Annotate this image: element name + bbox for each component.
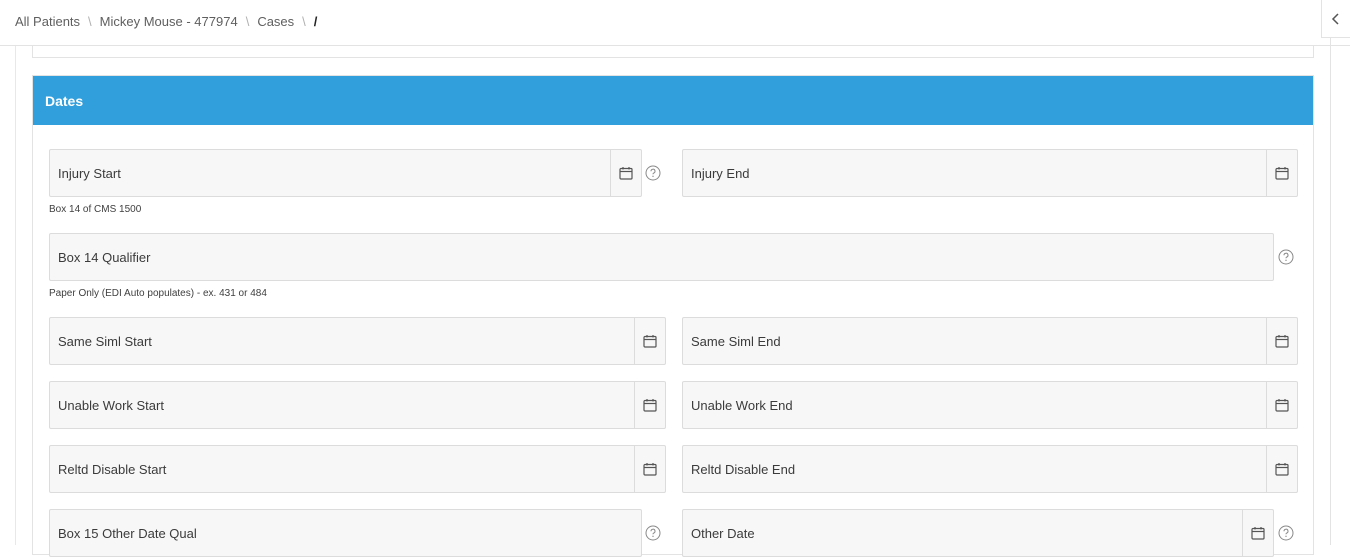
- box14-qualifier-hint: Paper Only (EDI Auto populates) - ex. 43…: [49, 288, 267, 299]
- breadcrumb-cases[interactable]: Cases: [257, 14, 294, 29]
- calendar-icon: [1275, 167, 1289, 180]
- injury-end-field[interactable]: Injury End: [682, 149, 1298, 197]
- breadcrumb-separator: \: [245, 14, 250, 29]
- box14-qualifier-help-icon[interactable]: [1278, 249, 1294, 265]
- injury-start-label: Injury Start: [58, 166, 121, 181]
- same-siml-end-calendar-button[interactable]: [1266, 318, 1297, 364]
- reltd-disable-end-field[interactable]: Reltd Disable End: [682, 445, 1298, 493]
- unable-work-start-calendar-button[interactable]: [634, 382, 665, 428]
- breadcrumb-current: /: [313, 14, 318, 29]
- calendar-icon: [1251, 527, 1265, 540]
- breadcrumb: All Patients \ Mickey Mouse - 477974 \ C…: [15, 14, 317, 29]
- same-siml-end-field[interactable]: Same Siml End: [682, 317, 1298, 365]
- box15-other-date-qual-field[interactable]: Box 15 Other Date Qual: [49, 509, 642, 557]
- calendar-icon: [643, 399, 657, 412]
- breadcrumb-separator: \: [88, 14, 92, 29]
- breadcrumb-patient[interactable]: Mickey Mouse - 477974: [100, 14, 238, 29]
- calendar-icon: [643, 335, 657, 348]
- box14-qualifier-field[interactable]: Box 14 Qualifier: [49, 233, 1274, 281]
- calendar-icon: [619, 167, 633, 180]
- other-date-label: Other Date: [691, 526, 755, 541]
- injury-end-calendar-button[interactable]: [1266, 150, 1297, 196]
- same-siml-start-field[interactable]: Same Siml Start: [49, 317, 666, 365]
- box14-qualifier-label: Box 14 Qualifier: [58, 250, 151, 265]
- unable-work-end-label: Unable Work End: [691, 398, 793, 413]
- unable-work-start-field[interactable]: Unable Work Start: [49, 381, 666, 429]
- left-rail-divider: [15, 46, 16, 545]
- injury-start-calendar-button[interactable]: [610, 150, 641, 196]
- right-rail-divider: [1330, 38, 1331, 545]
- same-siml-start-label: Same Siml Start: [58, 334, 152, 349]
- box15-other-date-qual-label: Box 15 Other Date Qual: [58, 526, 197, 541]
- unable-work-end-calendar-button[interactable]: [1266, 382, 1297, 428]
- box15-other-date-qual-help-icon[interactable]: [645, 525, 661, 541]
- other-date-field[interactable]: Other Date: [682, 509, 1274, 557]
- reltd-disable-start-calendar-button[interactable]: [634, 446, 665, 492]
- reltd-disable-start-field[interactable]: Reltd Disable Start: [49, 445, 666, 493]
- dates-panel-title: Dates: [45, 93, 84, 109]
- same-siml-start-calendar-button[interactable]: [634, 318, 665, 364]
- injury-start-hint: Box 14 of CMS 1500: [49, 204, 142, 215]
- dates-panel-header: Dates: [33, 76, 1313, 125]
- other-date-help-icon[interactable]: [1278, 525, 1294, 541]
- reltd-disable-end-label: Reltd Disable End: [691, 462, 796, 477]
- top-bar: All Patients \ Mickey Mouse - 477974 \ C…: [0, 0, 1350, 46]
- calendar-icon: [1275, 463, 1289, 476]
- chevron-left-icon: [1331, 12, 1339, 25]
- unable-work-end-field[interactable]: Unable Work End: [682, 381, 1298, 429]
- other-date-calendar-button[interactable]: [1242, 510, 1273, 556]
- reltd-disable-end-calendar-button[interactable]: [1266, 446, 1297, 492]
- reltd-disable-start-label: Reltd Disable Start: [58, 462, 167, 477]
- injury-start-field[interactable]: Injury Start: [49, 149, 642, 197]
- injury-end-label: Injury End: [691, 166, 750, 181]
- collapse-panel-button[interactable]: [1321, 0, 1350, 38]
- unable-work-start-label: Unable Work Start: [58, 398, 164, 413]
- calendar-icon: [1275, 399, 1289, 412]
- same-siml-end-label: Same Siml End: [691, 334, 781, 349]
- injury-start-help-icon[interactable]: [645, 165, 661, 181]
- breadcrumb-separator: \: [302, 14, 306, 29]
- previous-card-bottom: [32, 46, 1314, 58]
- calendar-icon: [1275, 335, 1289, 348]
- calendar-icon: [643, 463, 657, 476]
- breadcrumb-all-patients[interactable]: All Patients: [15, 14, 80, 29]
